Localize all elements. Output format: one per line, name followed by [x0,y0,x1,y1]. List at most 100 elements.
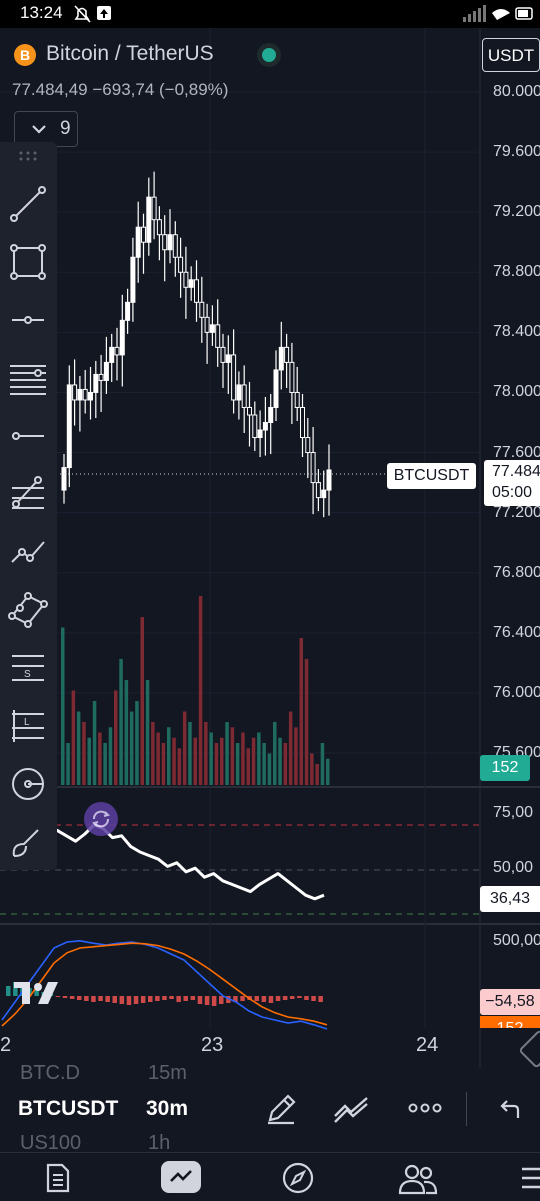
candle-body [252,414,258,439]
candle-body [231,354,237,401]
volume-tag: 152 [480,755,530,781]
watchlist-icon[interactable] [44,1163,72,1193]
volume-bar [204,722,208,785]
time-label-22: 2 [0,1034,12,1056]
volume-bar [193,737,197,785]
svg-text:L: L [24,717,30,728]
candle-body [326,469,332,491]
macd-histogram-tag: −54,58 [480,989,540,1015]
macd-hist-bar [84,996,89,1001]
candle-body [119,319,125,356]
price-axis-label: 78.000 [493,383,540,401]
short-position-icon[interactable]: L [6,704,50,748]
chart-canvas[interactable] [0,28,540,1068]
refresh-icon[interactable] [84,802,118,836]
polyline-icon[interactable] [6,530,50,574]
rsi-label-50: 50,00 [493,859,534,876]
explore-icon[interactable] [281,1161,315,1195]
volume-bar [198,596,203,785]
candle-body [141,226,146,243]
symbol-title[interactable]: Bitcoin / TetherUS [46,42,214,66]
volume-bar [156,732,160,785]
candle-body [66,384,72,469]
drag-handle-icon[interactable] [18,150,40,164]
volume-bar [119,659,123,785]
pattern-icon[interactable] [6,588,50,632]
candle-body [162,234,168,251]
grid [0,28,480,1028]
undo-icon[interactable] [496,1096,524,1124]
candle-body [241,384,247,408]
currency-badge[interactable]: USDT [482,38,540,72]
macd-hist-bar [133,996,139,1004]
macd-hist-bar [112,996,117,1003]
long-position-icon[interactable]: S [6,646,50,690]
macd-hist-bar [119,996,125,1004]
macd-hist-bar [6,986,11,996]
price-axis-label: 76.000 [493,683,540,701]
community-icon[interactable] [398,1161,438,1195]
candle-body [262,422,268,431]
more-icon[interactable] [408,1098,442,1118]
volume-bar [278,737,282,785]
candle-body [204,316,210,333]
volume-bar [262,743,266,785]
macd-hist-bar [69,996,75,999]
volume-bar [167,727,171,785]
price-axis-label: 78.400 [493,323,540,341]
status-time: 13:24 [20,3,63,22]
bottom-toolbar: BTC.D 15m BTCUSDT 30m US100 1h [0,1062,540,1154]
candle-body [236,384,242,401]
volume-bar [209,732,213,785]
horizontal-ray-icon[interactable] [6,298,50,342]
pencil-icon[interactable] [264,1092,298,1126]
volume-bar [124,680,129,785]
volume-bars [61,596,330,785]
macd-hist-bar [290,996,295,999]
cycle-icon[interactable] [6,762,50,806]
candle-body [156,219,162,236]
svg-text:S: S [24,669,31,680]
menu-icon[interactable] [520,1165,540,1191]
macd-hist-bar [204,996,210,1005]
volume-bar [66,743,70,785]
candle-body [294,391,300,408]
candle-body [199,301,205,318]
volume-bar [315,764,319,785]
volume-bar [241,732,245,785]
candle-body [114,346,120,356]
macd-hist-bar [197,996,203,1004]
ghost-symbol-above: BTC.D [20,1062,80,1084]
macd-hist-bar [268,996,274,1003]
pitchfork-icon[interactable] [6,356,50,400]
volume-bar [140,617,144,785]
volume-bar [214,743,219,785]
volume-bar [220,737,224,785]
fib-retracement-icon[interactable] [6,472,50,516]
symbol-picker[interactable]: BTCUSDT [18,1097,122,1121]
volume-bar [114,690,118,785]
drawings-icon[interactable] [333,1092,369,1126]
candle-body [103,361,109,381]
macd-hist-bar [240,996,245,1001]
candle-body [109,346,115,363]
trend-line-icon[interactable] [6,182,50,226]
macd-signal-tag: 152 [480,1016,540,1028]
volume-bar [108,727,113,785]
market-open-indicator [262,48,276,62]
brush-icon[interactable] [6,820,50,864]
rectangle-icon[interactable] [6,240,50,284]
chart-icon[interactable] [161,1161,201,1193]
time-label-23: 23 [201,1034,224,1056]
macd-hist-bar [91,996,96,1002]
drawing-toolbar: S L [0,142,57,870]
candle-body [225,354,231,363]
candle-body [77,388,83,401]
horizontal-line-icon[interactable] [6,414,50,458]
candle-body [98,373,104,381]
interval-picker[interactable]: 30m [146,1097,188,1121]
volume-bar [98,732,102,785]
candle-body [284,346,290,363]
volume-bar [304,659,309,785]
candle-body [220,346,226,363]
